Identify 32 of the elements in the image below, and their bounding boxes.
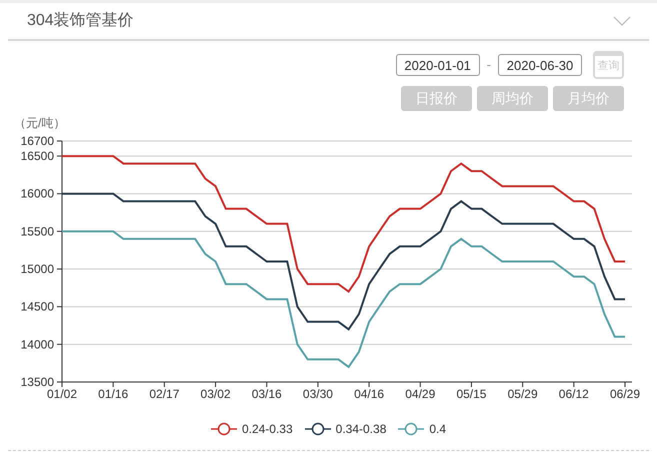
y-axis-label: 13500 [20,375,54,389]
x-axis-label: 04/29 [405,387,436,401]
section-title: 304装饰管基价 [27,10,134,31]
y-axis-label: 15000 [20,262,54,276]
x-axis-label: 03/16 [252,387,282,401]
x-axis-label: 02/17 [149,387,180,401]
x-axis-label: 05/15 [456,387,486,401]
x-axis-label: 04/16 [354,387,384,401]
legend-marker-icon [398,422,424,436]
legend-marker-icon [304,422,331,436]
y-axis-label: 16000 [20,186,54,201]
legend-marker-icon [210,422,237,436]
y-axis-label: 14500 [20,300,54,314]
x-axis-label: 06/29 [610,387,640,401]
chevron-down-icon[interactable] [613,16,631,26]
x-axis-label: 03/02 [200,387,231,401]
date-separator: - [486,56,492,74]
x-axis-label: 03/30 [302,387,333,401]
x-axis-label: 01/02 [46,387,78,401]
y-axis-label: 16500 [20,149,54,164]
legend-label[interactable]: 0.24-0.33 [242,420,293,438]
y-axis-label: 14000 [20,337,54,352]
x-axis-label: 05/29 [508,387,538,401]
unit-label: （元/吨） [14,116,66,130]
legend-label[interactable]: 0.4 [429,420,446,438]
legend-label[interactable]: 0.34-0.38 [336,420,386,438]
y-axis-label: 16700 [20,134,54,148]
x-axis-label: 06/12 [558,387,589,401]
y-axis-label: 15500 [20,224,54,238]
x-axis-label: 01/16 [98,387,128,401]
date-field[interactable]: 2020-01-01 [396,54,480,76]
date-field[interactable]: 2020-06-30 [498,54,582,76]
